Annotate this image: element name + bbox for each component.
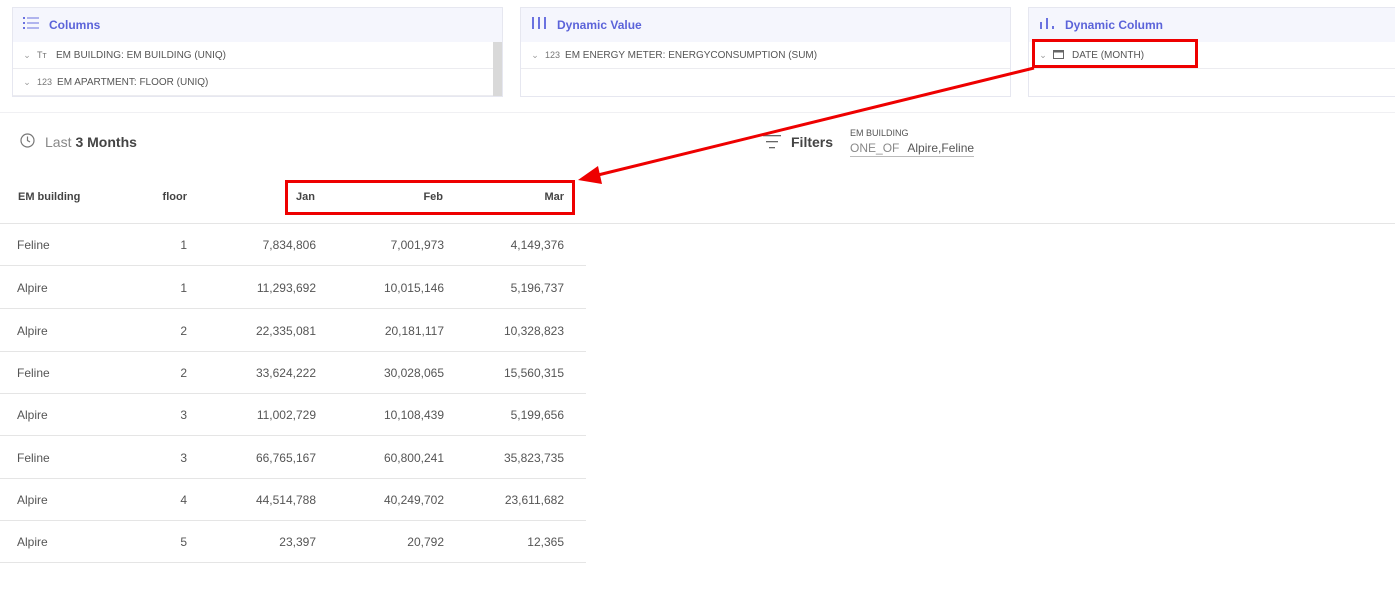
cell-jan: 22,335,081: [255, 324, 316, 338]
dynamic-value-panel: Dynamic Value ⌄ 123 EM ENERGY METER: ENE…: [520, 7, 1011, 97]
columns-panel-header: Columns: [13, 8, 502, 42]
cell-floor: 1: [180, 281, 187, 295]
table-row[interactable]: Alpire 1 11,293,692 10,015,146 5,196,737: [0, 266, 586, 309]
dynamic-value-panel-header: Dynamic Value: [521, 8, 1010, 42]
columns-scrollbar[interactable]: [493, 42, 502, 96]
cell-feb: 30,028,065: [383, 366, 444, 380]
cell-floor: 4: [180, 493, 187, 507]
columns-panel: Columns ⌄ Tт EM BUILDING: EM BUILDING (U…: [12, 7, 503, 97]
cell-mar: 35,823,735: [503, 451, 564, 465]
cell-building: Alpire: [17, 408, 48, 422]
cell-feb: 40,249,702: [383, 493, 444, 507]
clock-icon: [20, 133, 35, 151]
table-row[interactable]: Alpire 5 23,397 20,792 12,365: [0, 520, 586, 563]
filter-chip-operator: ONE_OF: [850, 141, 900, 155]
cell-floor: 5: [180, 535, 187, 549]
column-item-label: EM APARTMENT: FLOOR (UNIQ): [57, 76, 209, 88]
column-item[interactable]: ⌄ 123 EM APARTMENT: FLOOR (UNIQ): [13, 69, 502, 96]
cell-feb: 10,015,146: [383, 281, 444, 295]
number-type-icon: 123: [545, 50, 561, 60]
cell-feb: 20,181,117: [384, 324, 444, 338]
chevron-down-icon[interactable]: ⌄: [21, 77, 33, 88]
text-type-icon: Tт: [37, 50, 47, 60]
cell-mar: 10,328,823: [503, 324, 564, 338]
cell-feb: 7,001,973: [390, 238, 444, 252]
cell-mar: 5,199,656: [510, 408, 564, 422]
list-icon: [23, 16, 39, 34]
time-filter[interactable]: Last 3 Months: [20, 133, 137, 151]
dynamic-value-panel-title: Dynamic Value: [557, 18, 642, 32]
filters-bar: Filters EM BUILDING ONE_OF Alpire,Feline: [763, 128, 975, 157]
cell-jan: 7,834,806: [262, 238, 316, 252]
dynamic-value-item-label: EM ENERGY METER: ENERGYCONSUMPTION (SUM): [565, 49, 818, 61]
table-row[interactable]: Alpire 2 22,335,081 20,181,117 10,328,82…: [0, 309, 586, 352]
dynamic-value-item[interactable]: ⌄ 123 EM ENERGY METER: ENERGYCONSUMPTION…: [521, 42, 1010, 69]
highlight-date-month: [1032, 39, 1198, 68]
cell-building: Alpire: [17, 281, 48, 295]
cell-floor: 3: [180, 451, 187, 465]
cell-building: Feline: [17, 451, 50, 465]
highlight-month-headers: [285, 180, 575, 215]
number-type-icon: 123: [37, 77, 53, 87]
filters-label: Filters: [791, 134, 834, 150]
dynamic-column-panel-title: Dynamic Column: [1065, 18, 1164, 32]
time-filter-prefix: Last: [45, 134, 72, 150]
cell-building: Feline: [17, 238, 50, 252]
cell-floor: 1: [180, 238, 187, 252]
time-filter-value: 3 Months: [75, 134, 137, 150]
cell-floor: 3: [180, 408, 187, 422]
cell-building: Alpire: [17, 493, 48, 507]
cell-mar: 15,560,315: [503, 366, 564, 380]
cell-jan: 23,397: [279, 535, 316, 549]
filter-chip-value: Alpire,Feline: [907, 141, 975, 155]
table-row[interactable]: Alpire 4 44,514,788 40,249,702 23,611,68…: [0, 478, 586, 521]
cell-jan: 66,765,167: [255, 451, 316, 465]
cell-building: Feline: [17, 366, 50, 380]
cell-floor: 2: [180, 366, 187, 380]
chevron-down-icon[interactable]: ⌄: [21, 50, 33, 61]
table-row[interactable]: Feline 3 66,765,167 60,800,241 35,823,73…: [0, 436, 586, 479]
section-divider: [0, 112, 1395, 113]
cell-feb: 60,800,241: [383, 451, 444, 465]
table-row[interactable]: Feline 1 7,834,806 7,001,973 4,149,376: [0, 223, 586, 266]
columns-panel-title: Columns: [49, 18, 101, 32]
cell-feb: 10,108,439: [383, 408, 444, 422]
cell-jan: 11,002,729: [256, 408, 316, 422]
cell-jan: 33,624,222: [255, 366, 316, 380]
cell-jan: 11,293,692: [256, 281, 316, 295]
cell-mar: 12,365: [527, 535, 564, 549]
bars-icon: [531, 16, 547, 34]
column-item[interactable]: ⌄ Tт EM BUILDING: EM BUILDING (UNIQ): [13, 42, 502, 69]
table-header: EM building floor Jan Feb Mar: [0, 172, 1395, 224]
cell-floor: 2: [180, 324, 187, 338]
cell-building: Alpire: [17, 535, 48, 549]
filter-chip-field: EM BUILDING: [850, 128, 909, 138]
table-row[interactable]: Alpire 3 11,002,729 10,108,439 5,199,656: [0, 393, 586, 436]
column-chart-icon: [1039, 16, 1055, 34]
cell-mar: 4,149,376: [510, 238, 564, 252]
header-floor[interactable]: floor: [163, 191, 187, 203]
cell-mar: 23,611,682: [504, 493, 564, 507]
column-item-label: EM BUILDING: EM BUILDING (UNIQ): [56, 49, 227, 61]
filter-chip[interactable]: EM BUILDING ONE_OF Alpire,Feline: [850, 128, 975, 157]
chevron-down-icon[interactable]: ⌄: [529, 50, 541, 61]
cell-feb: 20,792: [407, 535, 444, 549]
dynamic-column-panel-header: Dynamic Column: [1029, 8, 1395, 42]
cell-mar: 5,196,737: [510, 281, 564, 295]
table-row[interactable]: Feline 2 33,624,222 30,028,065 15,560,31…: [0, 351, 586, 394]
filter-chip-value-row: ONE_OF Alpire,Feline: [850, 141, 975, 157]
cell-jan: 44,514,788: [255, 493, 316, 507]
header-em-building[interactable]: EM building: [18, 191, 80, 203]
cell-building: Alpire: [17, 324, 48, 338]
filter-icon[interactable]: [763, 135, 781, 154]
